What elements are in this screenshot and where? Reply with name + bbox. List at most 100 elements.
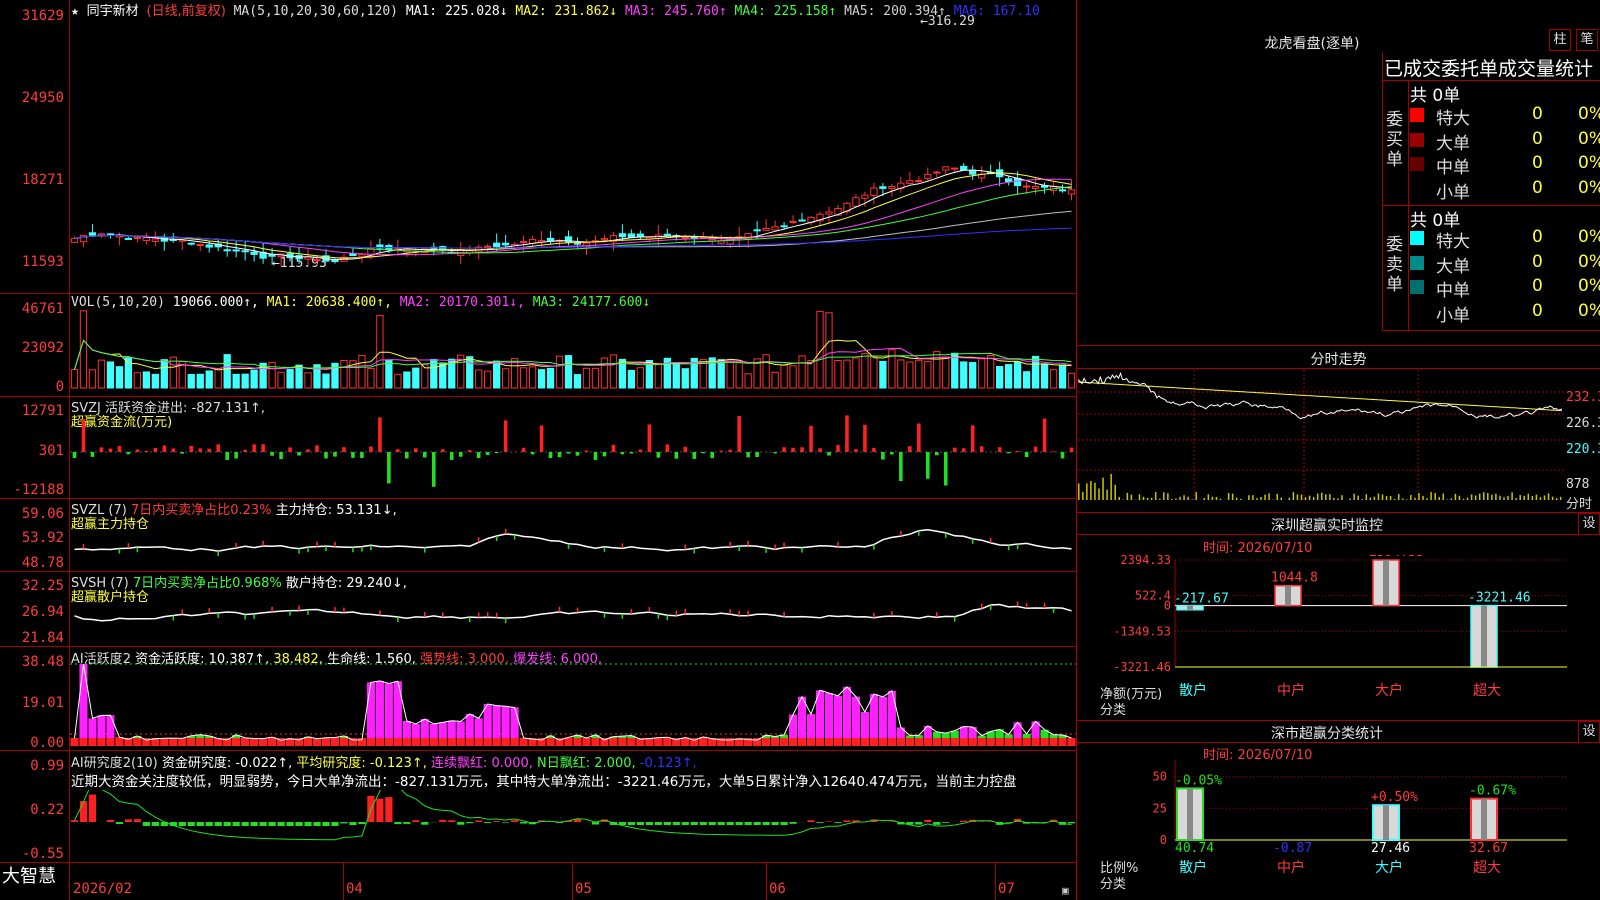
intraday-volume-bar xyxy=(1235,497,1238,500)
research-bar xyxy=(502,822,510,823)
classify-chart[interactable]: 7550250-0.05%40.74散户-0.87中户+0.50%27.46大户… xyxy=(1077,760,1600,900)
research-bar xyxy=(133,819,141,822)
activity-base-bar xyxy=(806,738,816,746)
candle xyxy=(1004,178,1013,183)
classify-axis-label: 25 xyxy=(1153,801,1167,815)
volume-bar xyxy=(789,365,797,389)
flow-bar xyxy=(234,452,238,459)
research-bar xyxy=(313,822,321,826)
flow-bar xyxy=(1042,418,1047,452)
sell-orders-label: 委卖单 xyxy=(1386,235,1403,295)
monitor-value-label: -217.67 xyxy=(1174,592,1229,607)
order-row: 大单 0 0% xyxy=(1410,252,1600,277)
intraday-volume-bar xyxy=(1523,495,1525,500)
bar-view-button[interactable]: 柱 xyxy=(1549,29,1571,51)
activity-base-bar xyxy=(591,738,600,746)
activity-base-bar xyxy=(627,738,636,746)
research-bar xyxy=(340,822,348,824)
activity-base-bar xyxy=(420,738,429,746)
flow-bar xyxy=(863,424,867,452)
order-row: 特大 0 0% xyxy=(1410,104,1600,129)
research-bar xyxy=(915,822,923,825)
research-bar xyxy=(223,822,231,826)
intraday-volume-bar xyxy=(1203,497,1206,500)
activity-base-bar xyxy=(70,738,79,746)
candle xyxy=(1058,189,1067,192)
volume-bar xyxy=(70,369,79,389)
monitor-value-label: -3221.46 xyxy=(1468,591,1531,606)
flow-bar xyxy=(557,452,562,458)
research-bar xyxy=(241,822,249,826)
activity-base-bar xyxy=(402,738,411,746)
order-row: 大单 0 0% xyxy=(1410,129,1600,154)
svzj-chart[interactable] xyxy=(70,410,1076,495)
svsh-axis-label: 26.94 xyxy=(21,604,64,620)
intraday-volume-bar xyxy=(1167,493,1169,500)
order-count: 0 xyxy=(1532,153,1543,173)
volume-bar xyxy=(537,369,546,389)
monitor-settings-button[interactable]: 设 xyxy=(1578,513,1600,535)
research-bar xyxy=(106,820,115,822)
research-bar xyxy=(744,822,752,825)
activity-base-bar xyxy=(250,738,259,746)
intraday-volume-bar xyxy=(1487,492,1489,500)
flow-bar xyxy=(351,452,355,458)
candle xyxy=(501,242,510,246)
candle xyxy=(663,233,671,236)
vol-axis-label: 0 xyxy=(55,379,64,395)
lock-icon[interactable]: ▣ xyxy=(1062,884,1069,897)
x-tick xyxy=(343,862,344,900)
volume-bar xyxy=(627,369,636,389)
intraday-volume-bar xyxy=(1082,491,1084,500)
volume-bar xyxy=(960,361,968,389)
svsh-chart[interactable] xyxy=(70,585,1076,643)
intraday-volume-bar xyxy=(1373,496,1376,500)
activity-base-bar xyxy=(97,738,106,746)
flow-bar xyxy=(270,452,274,456)
research-bar xyxy=(412,820,420,822)
intraday-volume-bar xyxy=(1333,497,1335,500)
activity-base-bar xyxy=(681,738,690,746)
flow-bar xyxy=(117,446,122,452)
activity-base-bar xyxy=(950,738,959,746)
classify-settings-button[interactable]: 设 xyxy=(1578,721,1600,743)
research-bar xyxy=(807,820,815,822)
volume-bar xyxy=(1022,371,1031,389)
candle xyxy=(1067,189,1076,195)
activity-base-bar xyxy=(366,738,375,746)
candle xyxy=(133,236,142,239)
flow-bar xyxy=(198,448,203,452)
activity-base-bar xyxy=(133,738,142,746)
intraday-volume-bar xyxy=(1308,495,1311,500)
intraday-volume-bar xyxy=(1410,495,1412,500)
volume-bar xyxy=(771,371,779,389)
color-swatch xyxy=(1410,280,1424,294)
price-chart[interactable] xyxy=(70,16,1076,292)
order-count: 0 xyxy=(1532,177,1543,198)
research-bar xyxy=(88,794,97,822)
intraday-volume-bar xyxy=(1438,496,1440,500)
candle xyxy=(870,187,878,196)
activity-bar xyxy=(79,664,88,746)
intraday-volume-bar xyxy=(1393,498,1396,500)
research-bar xyxy=(457,822,465,825)
volume-chart[interactable] xyxy=(70,310,1076,390)
tick-view-button[interactable]: 笔 xyxy=(1576,29,1598,51)
intraday-volume-bar xyxy=(1555,498,1558,500)
monitor-value-label: 2394.33 xyxy=(1369,555,1424,560)
flow-bar xyxy=(800,447,804,452)
ai-active-chart[interactable] xyxy=(70,662,1076,748)
svzl-chart[interactable] xyxy=(70,510,1076,568)
volume-bar xyxy=(196,373,204,389)
volume-bar xyxy=(97,359,106,389)
ai-research-chart[interactable] xyxy=(70,790,1076,860)
intraday-chart[interactable] xyxy=(1078,370,1564,510)
candle xyxy=(762,227,770,231)
candle xyxy=(573,242,582,245)
flow-bar xyxy=(584,450,589,452)
candle xyxy=(960,165,968,171)
candle xyxy=(1022,185,1031,188)
flow-bar xyxy=(692,452,697,459)
order-size-label: 大单 xyxy=(1436,256,1470,277)
x-tick xyxy=(766,862,767,900)
